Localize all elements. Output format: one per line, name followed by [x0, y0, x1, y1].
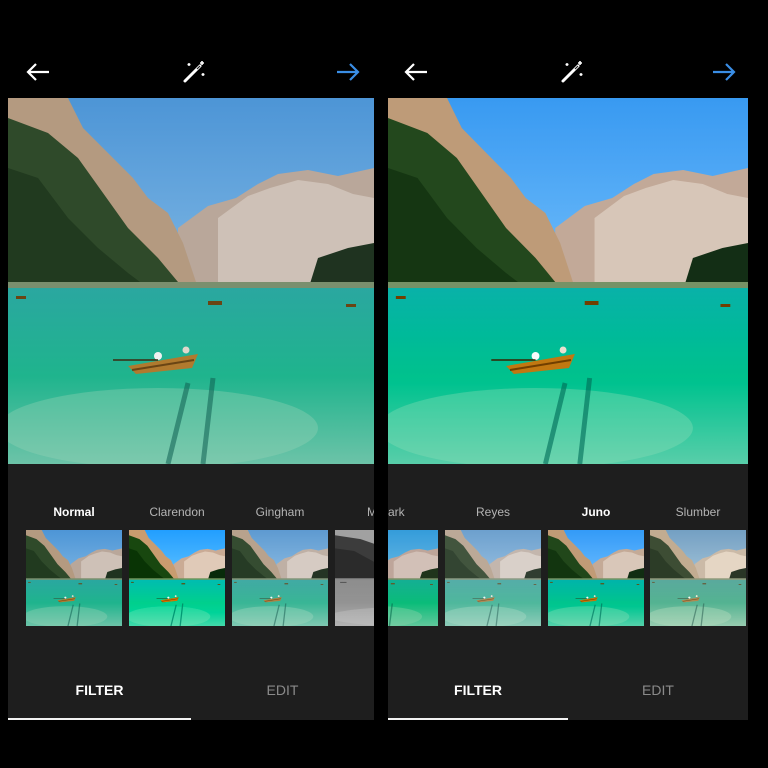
filter-panel: Normal Clarendon Gingham M FILTER EDIT [8, 464, 374, 720]
tab-edit[interactable]: EDIT [568, 660, 748, 720]
filter-strip[interactable]: Normal Clarendon Gingham M [8, 502, 374, 632]
active-tab-indicator [8, 718, 191, 720]
filter-thumbnail-reyes[interactable] [445, 530, 541, 626]
filter-reyes[interactable]: Reyes [445, 502, 541, 522]
top-bar [8, 42, 374, 102]
magic-wand-icon[interactable] [554, 54, 590, 90]
filter-label: Reyes [475, 505, 510, 519]
editor-screen-right: ark Reyes Juno Slumber FILTER EDIT [388, 0, 748, 768]
filter-thumbnail-lark[interactable] [388, 530, 438, 626]
filter-normal[interactable]: Normal [26, 502, 122, 522]
filter-thumbnail-clarendon[interactable] [129, 530, 225, 626]
magic-wand-icon[interactable] [176, 54, 212, 90]
top-bar [388, 42, 748, 102]
tab-filter[interactable]: FILTER [388, 660, 568, 720]
filter-thumbnail-gingham[interactable] [232, 530, 328, 626]
tab-edit[interactable]: EDIT [191, 660, 374, 720]
filter-m-partial[interactable]: M [335, 502, 374, 522]
back-arrow-icon[interactable] [398, 54, 434, 90]
filter-clarendon[interactable]: Clarendon [129, 502, 225, 522]
filter-gingham[interactable]: Gingham [232, 502, 328, 522]
filter-label: Slumber [675, 505, 721, 519]
filter-panel: ark Reyes Juno Slumber FILTER EDIT [388, 464, 748, 720]
photo-preview [388, 98, 748, 464]
filter-juno[interactable]: Juno [548, 502, 644, 522]
filter-strip[interactable]: ark Reyes Juno Slumber [388, 502, 748, 632]
photo-preview [8, 98, 374, 464]
filter-label: Normal [53, 505, 95, 519]
filter-lark-partial[interactable]: ark [388, 502, 438, 522]
filter-thumbnail-slumber[interactable] [650, 530, 746, 626]
filter-thumbnail-moon[interactable] [335, 530, 374, 626]
filter-thumbnail-normal[interactable] [26, 530, 122, 626]
next-arrow-icon[interactable] [330, 54, 366, 90]
filter-slumber[interactable]: Slumber [650, 502, 746, 522]
filter-label: ark [388, 505, 405, 519]
bottom-tabs: FILTER EDIT [8, 660, 374, 720]
filter-thumbnail-juno[interactable] [548, 530, 644, 626]
active-tab-indicator [388, 718, 568, 720]
tab-filter[interactable]: FILTER [8, 660, 191, 720]
next-arrow-icon[interactable] [706, 54, 742, 90]
filter-label: M [367, 505, 374, 519]
filter-label: Juno [581, 505, 611, 519]
back-arrow-icon[interactable] [20, 54, 56, 90]
bottom-tabs: FILTER EDIT [388, 660, 748, 720]
filter-label: Gingham [255, 505, 305, 519]
editor-screen-left: Normal Clarendon Gingham M FILTER EDIT [8, 0, 374, 768]
filter-label: Clarendon [149, 505, 205, 519]
